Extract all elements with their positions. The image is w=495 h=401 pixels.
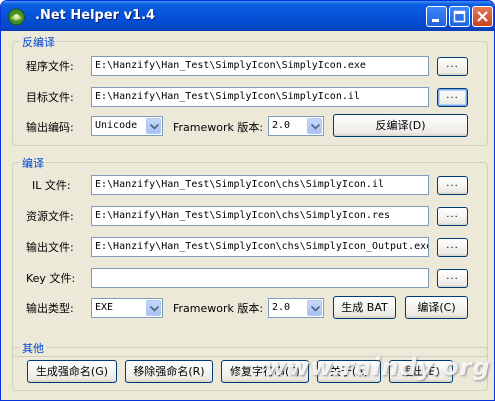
maximize-button[interactable] [449,6,470,27]
decompile-group: 反编译 程序文件: E:\Hanzify\Han_Test\SimplyIcon… [12,34,488,146]
decompile-legend: 反编译 [20,34,57,50]
key-file-browse-button[interactable]: ... [437,269,468,288]
title-bar[interactable]: .Net Helper v1.4 [1,1,494,31]
minimize-icon [432,19,439,22]
output-encoding-select[interactable]: Unicode [91,116,163,136]
target-file-browse-button[interactable]: ... [437,88,468,107]
resource-file-input[interactable]: E:\Hanzify\Han_Test\SimplyIcon\chs\Simpl… [91,206,429,226]
client-area: 反编译 程序文件: E:\Hanzify\Han_Test\SimplyIcon… [4,31,491,398]
maximize-icon [453,10,466,23]
chevron-down-icon[interactable] [146,118,161,134]
decompile-framework-value: 2.0 [272,120,291,131]
compile-button[interactable]: 编译(C) [405,296,468,319]
window-title: .Net Helper v1.4 [35,8,156,23]
compile-group: 编译 IL 文件: E:\Hanzify\Han_Test\SimplyIcon… [12,155,488,357]
resource-file-browse-button[interactable]: ... [437,207,468,226]
compile-framework-label: Framework 版本: [173,302,264,315]
program-file-browse-button[interactable]: ... [437,57,468,76]
decompile-button[interactable]: 反编译(D) [333,114,468,137]
generate-bat-button[interactable]: 生成 BAT [333,296,396,319]
close-button[interactable] [472,6,493,27]
dotnet-helper-logo-icon [7,7,26,26]
output-encoding-value: Unicode [95,120,138,131]
app-window: .Net Helper v1.4 反编译 程序文件: E:\Hanzify\Ha… [0,0,495,401]
close-icon [477,11,488,22]
chevron-down-icon[interactable] [146,300,161,316]
target-file-input[interactable]: E:\Hanzify\Han_Test\SimplyIcon\SimplyIco… [91,87,429,107]
output-type-value: EXE [95,302,114,313]
program-file-input[interactable]: E:\Hanzify\Han_Test\SimplyIcon\SimplyIco… [91,56,429,76]
compile-framework-select[interactable]: 2.0 [268,298,324,318]
output-encoding-label: 输出编码: [26,121,74,134]
compile-framework-value: 2.0 [272,302,291,313]
target-file-label: 目标文件: [26,91,74,104]
key-file-label: Key 文件: [26,272,76,285]
output-type-select[interactable]: EXE [91,298,163,318]
resource-file-label: 资源文件: [26,210,74,223]
output-type-label: 输出类型: [26,302,74,315]
program-file-label: 程序文件: [26,60,74,73]
decompile-framework-label: Framework 版本: [173,121,264,134]
generate-strong-name-button[interactable]: 生成强命名(G) [27,360,117,383]
output-file-label: 输出文件: [26,241,74,254]
chevron-down-icon[interactable] [307,118,322,134]
il-file-label: IL 文件: [32,179,71,192]
key-file-input[interactable] [91,268,429,288]
minimize-button[interactable] [426,6,447,27]
other-legend: 其他 [20,340,46,356]
compile-legend: 编译 [20,155,46,171]
il-file-browse-button[interactable]: ... [437,176,468,195]
output-file-input[interactable]: E:\Hanzify\Han_Test\SimplyIcon\chs\Simpl… [91,237,429,257]
chevron-down-icon[interactable] [307,300,322,316]
remove-strong-name-button[interactable]: 移除强命名(R) [125,360,213,383]
decompile-framework-select[interactable]: 2.0 [268,116,324,136]
il-file-input[interactable]: E:\Hanzify\Han_Test\SimplyIcon\chs\Simpl… [91,175,429,195]
watermark-text: www.raindy.org [264,353,491,381]
output-file-browse-button[interactable]: ... [437,238,468,257]
